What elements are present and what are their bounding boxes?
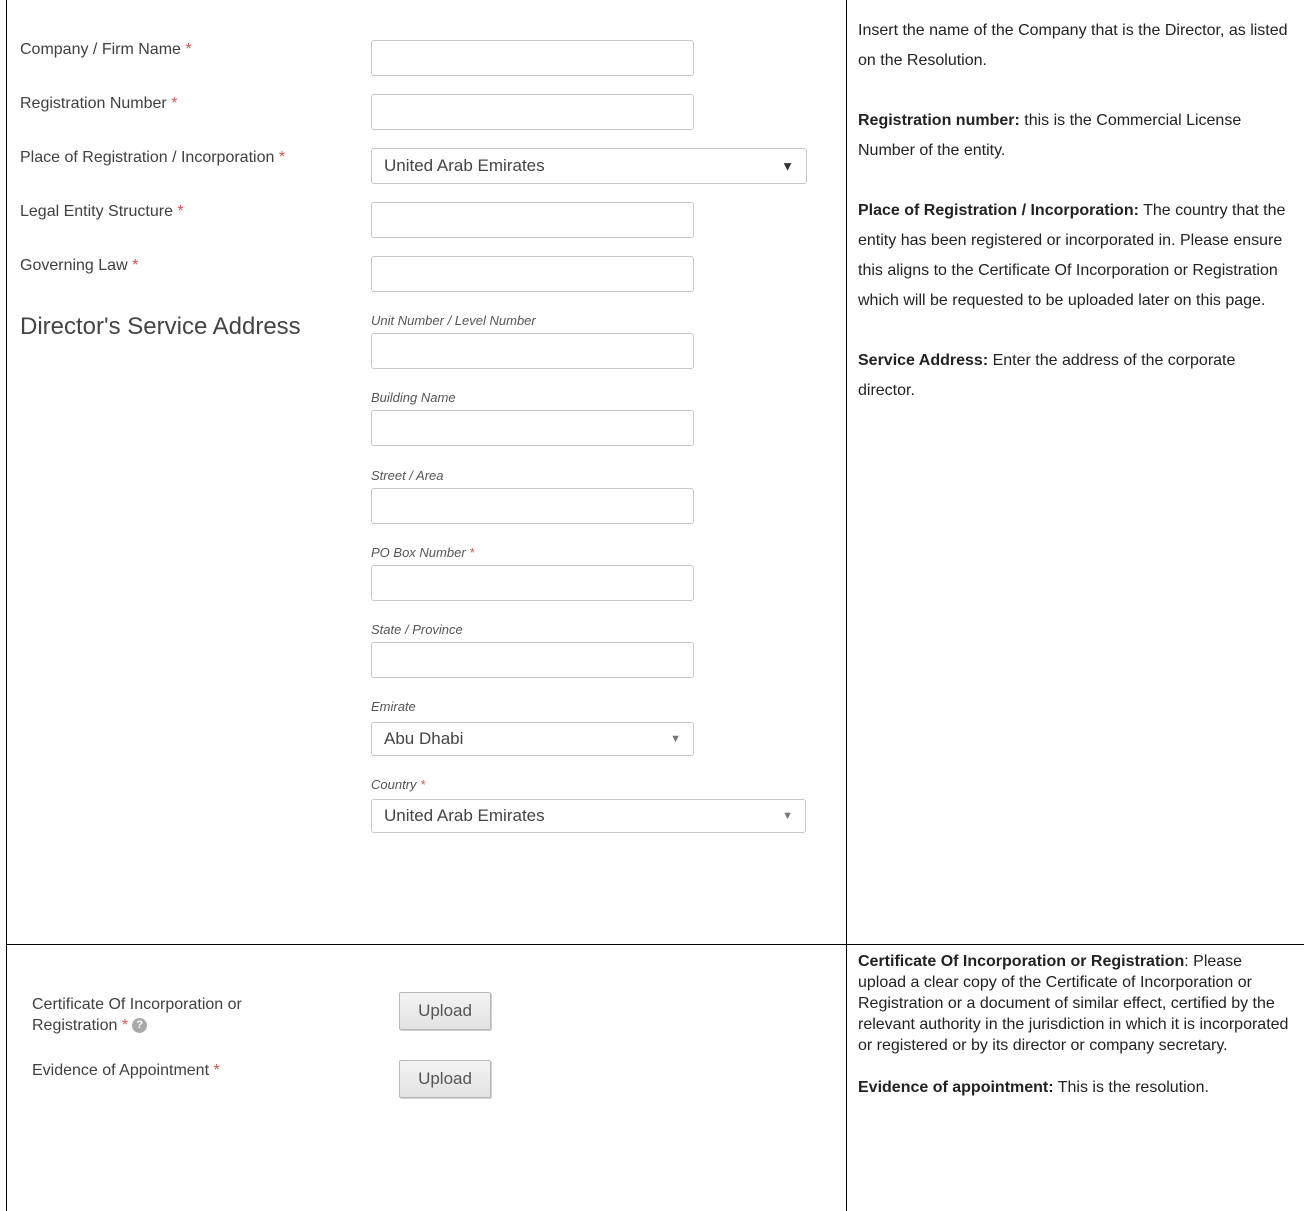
street-area-label: Street / Area: [371, 468, 444, 483]
country-select[interactable]: United Arab Emirates ▼: [371, 799, 806, 833]
country-value: United Arab Emirates: [384, 806, 545, 825]
chevron-down-icon: ▼: [782, 810, 793, 822]
table-row-divider: [6, 944, 1304, 945]
company-name-label: Company / Firm Name *: [20, 41, 192, 58]
service-address-title: Director's Service Address: [20, 313, 301, 340]
state-province-label: State / Province: [371, 622, 463, 637]
state-province-input[interactable]: [371, 642, 694, 678]
emirate-select[interactable]: Abu Dhabi ▼: [371, 722, 694, 756]
place-of-registration-label: Place of Registration / Incorporation *: [20, 149, 286, 166]
help-evidence: Evidence of appointment: This is the res…: [858, 1079, 1209, 1096]
unit-number-label: Unit Number / Level Number: [371, 313, 536, 328]
dropdown-arrow-icon: ▼: [781, 158, 794, 174]
legal-entity-structure-input[interactable]: [371, 202, 694, 238]
help-panel-bottom: Certificate Of Incorporation or Registra…: [858, 951, 1294, 1098]
building-name-input[interactable]: [371, 410, 694, 446]
building-name-label: Building Name: [371, 390, 456, 405]
help-company-name: Insert the name of the Company that is t…: [858, 22, 1288, 69]
evidence-of-appointment-label: Evidence of Appointment *: [32, 1062, 220, 1079]
chevron-down-icon: ▼: [670, 733, 681, 745]
legal-entity-structure-label: Legal Entity Structure *: [20, 203, 184, 220]
help-panel-top: Insert the name of the Company that is t…: [858, 16, 1294, 406]
country-label: Country *: [371, 777, 426, 792]
table-border-left: [6, 0, 7, 1211]
help-certificate: Certificate Of Incorporation or Registra…: [858, 953, 1289, 1054]
emirate-value: Abu Dhabi: [384, 729, 464, 748]
place-of-registration-select[interactable]: United Arab Emirates ▼: [371, 148, 807, 184]
street-area-input[interactable]: [371, 488, 694, 524]
po-box-input[interactable]: [371, 565, 694, 601]
upload-evidence-button[interactable]: Upload: [399, 1060, 491, 1098]
emirate-label: Emirate: [371, 699, 416, 714]
governing-law-label: Governing Law *: [20, 257, 139, 274]
help-registration-number: Registration number: this is the Commerc…: [858, 112, 1242, 159]
certificate-label: Certificate Of Incorporation or Registra…: [32, 996, 242, 1034]
upload-certificate-button[interactable]: Upload: [399, 992, 491, 1030]
governing-law-input[interactable]: [371, 256, 694, 292]
registration-number-input[interactable]: [371, 94, 694, 130]
place-of-registration-value: United Arab Emirates: [384, 156, 545, 175]
help-place-of-registration: Place of Registration / Incorporation: T…: [858, 202, 1286, 309]
company-name-input[interactable]: [371, 40, 694, 76]
help-service-address: Service Address: Enter the address of th…: [858, 352, 1236, 399]
question-circle-icon[interactable]: ?: [132, 1018, 148, 1034]
unit-number-input[interactable]: [371, 333, 694, 369]
po-box-label: PO Box Number *: [371, 545, 475, 560]
table-column-divider: [846, 0, 847, 1211]
registration-number-label: Registration Number *: [20, 95, 178, 112]
